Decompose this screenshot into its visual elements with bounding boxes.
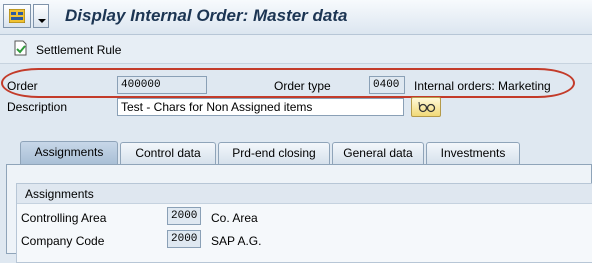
title-bar: Display Internal Order: Master data	[0, 0, 592, 35]
company-code-text: SAP A.G.	[211, 234, 262, 248]
description-value: Test - Chars for Non Assigned items	[121, 100, 313, 114]
controlling-area-text: Co. Area	[211, 211, 258, 225]
settlement-rule-button[interactable]: Settlement Rule	[14, 40, 121, 59]
controlling-area-field[interactable]: 2000	[167, 207, 201, 225]
company-code-field[interactable]: 2000	[167, 230, 201, 248]
tab-investments[interactable]: Investments	[426, 142, 520, 164]
sap-menu-icon	[8, 8, 26, 26]
application-toolbar: Settlement Rule	[0, 35, 592, 64]
description-field[interactable]: Test - Chars for Non Assigned items	[117, 98, 404, 116]
tab-prd-end-closing[interactable]: Prd-end closing	[218, 142, 330, 164]
order-type-field[interactable]: 0400	[369, 76, 405, 94]
order-type-text: Internal orders: Marketing	[414, 79, 551, 93]
tab-assignments[interactable]: Assignments	[20, 141, 118, 164]
group-title: Assignments	[17, 184, 592, 204]
settlement-rule-icon	[14, 40, 28, 59]
page-title: Display Internal Order: Master data	[65, 6, 348, 25]
order-type-label: Order type	[274, 79, 331, 93]
system-menu-button[interactable]	[3, 4, 31, 28]
settlement-rule-label: Settlement Rule	[36, 42, 122, 57]
controlling-area-label: Controlling Area	[21, 211, 107, 225]
tab-general-data[interactable]: General data	[332, 142, 424, 164]
description-label: Description	[7, 100, 68, 114]
tab-control-data[interactable]: Control data	[120, 142, 216, 164]
required-marker-left	[118, 99, 121, 115]
system-menu-dropdown[interactable]	[33, 4, 49, 28]
order-label: Order	[7, 79, 38, 93]
required-marker-right	[400, 99, 403, 115]
glasses-icon	[418, 101, 436, 113]
company-code-label: Company Code	[21, 234, 105, 248]
order-field[interactable]: 400000	[117, 76, 207, 94]
chevron-down-icon	[38, 19, 46, 23]
long-text-button[interactable]	[411, 97, 441, 117]
